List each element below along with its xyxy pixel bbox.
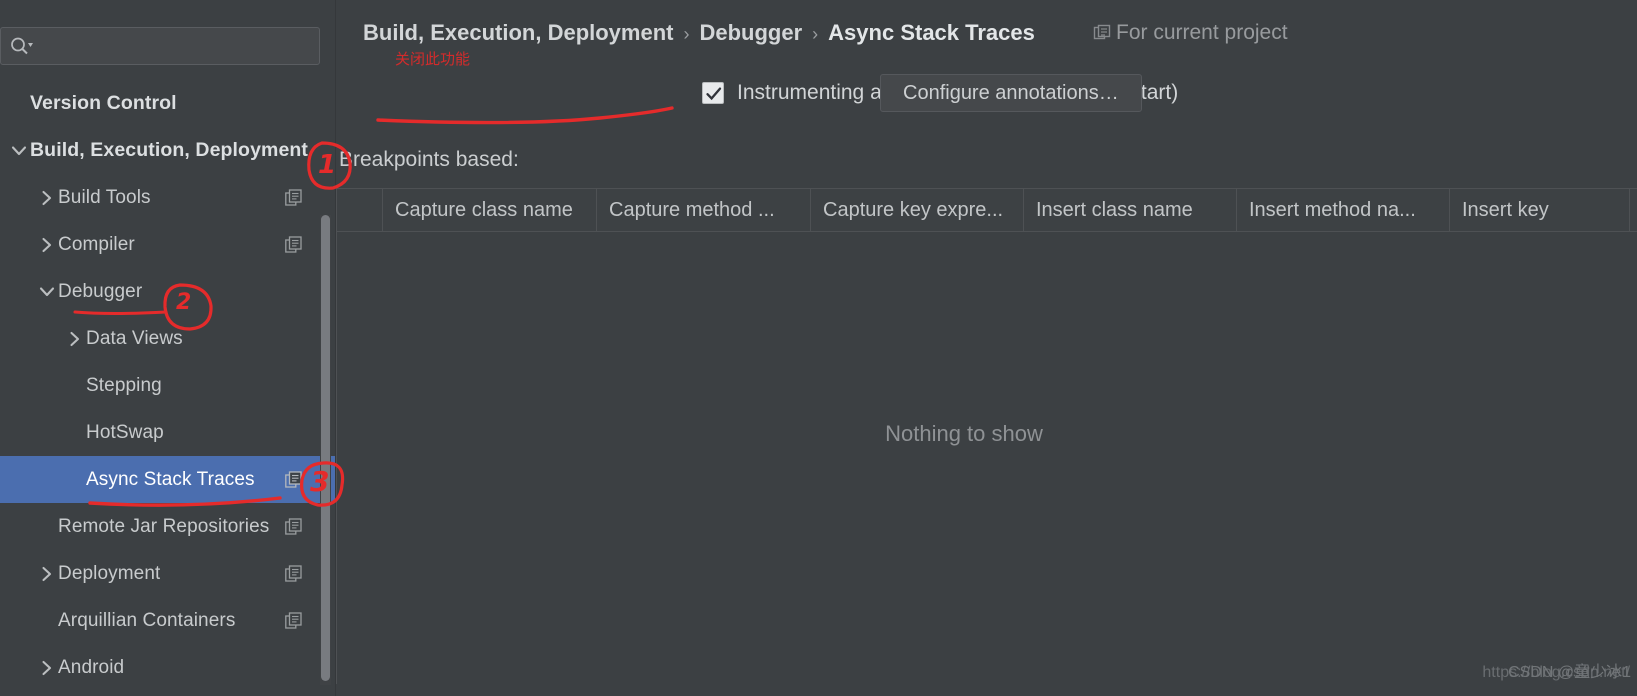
copy-settings-icon[interactable] xyxy=(285,189,302,206)
project-scope[interactable]: For current project xyxy=(1093,21,1288,45)
sidebar-item-version-control[interactable]: Version Control xyxy=(0,80,335,127)
sidebar-item-label: Compiler xyxy=(58,233,135,255)
sidebar-item-arquillian-containers[interactable]: Arquillian Containers xyxy=(0,597,335,644)
table-body[interactable]: Nothing to show xyxy=(337,232,1637,684)
table-header-insert-key[interactable]: Insert key xyxy=(1450,189,1630,231)
breadcrumb-item-3: Async Stack Traces xyxy=(828,20,1035,45)
annotation-note-cn: 关闭此功能 xyxy=(395,50,471,68)
sidebar-item-build-tools[interactable]: Build Tools xyxy=(0,174,335,221)
breadcrumb-separator: › xyxy=(683,24,690,44)
copy-settings-icon[interactable] xyxy=(285,518,302,535)
breadcrumb-item-2[interactable]: Debugger xyxy=(699,20,802,46)
configure-annotations-button[interactable]: Configure annotations… xyxy=(880,74,1142,112)
breakpoints-based-label: Breakpoints based: xyxy=(339,148,519,171)
instrumenting-agent-checkbox[interactable] xyxy=(702,82,724,104)
chevron-down-icon[interactable] xyxy=(8,140,30,162)
table-header-capture-key-expre[interactable]: Capture key expre... xyxy=(811,189,1024,231)
table-empty-message: Nothing to show xyxy=(885,421,1043,446)
annotation-marker-3: 3 xyxy=(310,465,330,498)
sidebar-item-label: Arquillian Containers xyxy=(58,609,236,631)
sidebar-scrollbar-thumb[interactable] xyxy=(321,215,330,681)
table-header-insert-method-na[interactable]: Insert method na... xyxy=(1237,189,1450,231)
project-scope-label: For current project xyxy=(1116,21,1288,44)
sidebar-item-label: Version Control xyxy=(30,92,177,114)
sidebar-item-label: Remote Jar Repositories xyxy=(58,515,270,537)
sidebar-item-label: HotSwap xyxy=(86,421,164,443)
settings-main-panel: Build, Execution, Deployment › Debugger … xyxy=(336,0,1637,696)
table-header-insert-class-name[interactable]: Insert class name xyxy=(1024,189,1237,231)
sidebar-item-label: Build, Execution, Deployment xyxy=(30,139,308,161)
table-header-label: Capture method ... xyxy=(609,198,775,221)
project-scope-icon xyxy=(1093,24,1111,40)
sidebar-item-android[interactable]: Android xyxy=(0,644,335,691)
table-header-label: Insert method na... xyxy=(1249,198,1416,221)
copy-settings-icon[interactable] xyxy=(285,236,302,253)
table-header-label: Insert key xyxy=(1462,198,1549,221)
table-header-row: Capture class name Capture method ... Capt… xyxy=(337,189,1637,232)
sidebar-item-label: Android xyxy=(58,656,125,678)
sidebar-item-async-stack-traces[interactable]: Async Stack Traces xyxy=(0,456,335,503)
table-header-label: Capture class name xyxy=(395,198,573,221)
table-header-label: Insert class name xyxy=(1036,198,1193,221)
annotation-marker-2: 2 xyxy=(176,290,192,315)
settings-sidebar: Version Control Build, Execution, Deploym… xyxy=(0,0,336,696)
breadcrumb: Build, Execution, Deployment › Debugger … xyxy=(363,20,1035,46)
sidebar-item-build-execution-deployment[interactable]: Build, Execution, Deployment xyxy=(0,127,335,174)
sidebar-item-remote-jar-repositories[interactable]: Remote Jar Repositories xyxy=(0,503,335,550)
sidebar-item-compiler[interactable]: Compiler xyxy=(0,221,335,268)
check-icon xyxy=(706,87,722,101)
settings-dialog: Version Control Build, Execution, Deploym… xyxy=(0,0,1637,696)
sidebar-item-label: Debugger xyxy=(58,280,143,302)
watermark-tag: CSDN @童少冰1 xyxy=(1508,664,1631,681)
copy-settings-icon[interactable] xyxy=(285,471,302,488)
sidebar-item-label: Data Views xyxy=(86,327,183,349)
settings-tree: Version Control Build, Execution, Deploym… xyxy=(0,80,335,691)
search-icon[interactable] xyxy=(9,35,33,57)
copy-settings-icon[interactable] xyxy=(285,612,302,629)
search-input[interactable] xyxy=(33,28,319,64)
chevron-right-icon[interactable] xyxy=(36,234,58,256)
table-header-capture-class-name[interactable]: Capture class name xyxy=(383,189,597,231)
sidebar-item-debugger[interactable]: Debugger xyxy=(0,268,335,315)
table-header-row-selector[interactable] xyxy=(337,189,383,231)
chevron-right-icon[interactable] xyxy=(36,563,58,585)
table-header-capture-method[interactable]: Capture method ... xyxy=(597,189,811,231)
annotation-marker-1: 1 xyxy=(318,150,337,180)
chevron-right-icon[interactable] xyxy=(36,657,58,679)
copy-settings-icon[interactable] xyxy=(285,565,302,582)
sidebar-item-label: Deployment xyxy=(58,562,161,584)
search-field[interactable] xyxy=(0,27,320,65)
sidebar-item-data-views[interactable]: Data Views xyxy=(0,315,335,362)
capture-points-table: Capture class name Capture method ... Capt… xyxy=(336,188,1637,684)
chevron-right-icon[interactable] xyxy=(64,328,86,350)
sidebar-item-label: Build Tools xyxy=(58,186,151,208)
sidebar-item-hotswap[interactable]: HotSwap xyxy=(0,409,335,456)
chevron-down-icon[interactable] xyxy=(36,281,58,303)
sidebar-item-deployment[interactable]: Deployment xyxy=(0,550,335,597)
table-header-label: Capture key expre... xyxy=(823,198,1004,221)
breadcrumb-item-1[interactable]: Build, Execution, Deployment xyxy=(363,20,673,46)
chevron-right-icon[interactable] xyxy=(36,187,58,209)
sidebar-item-label: Async Stack Traces xyxy=(86,468,255,490)
sidebar-item-label: Stepping xyxy=(86,374,162,396)
breadcrumb-separator: › xyxy=(812,24,819,44)
watermark: https://blog.csdn.net/ CSDN @童少冰1 xyxy=(1482,658,1631,682)
sidebar-item-stepping[interactable]: Stepping xyxy=(0,362,335,409)
